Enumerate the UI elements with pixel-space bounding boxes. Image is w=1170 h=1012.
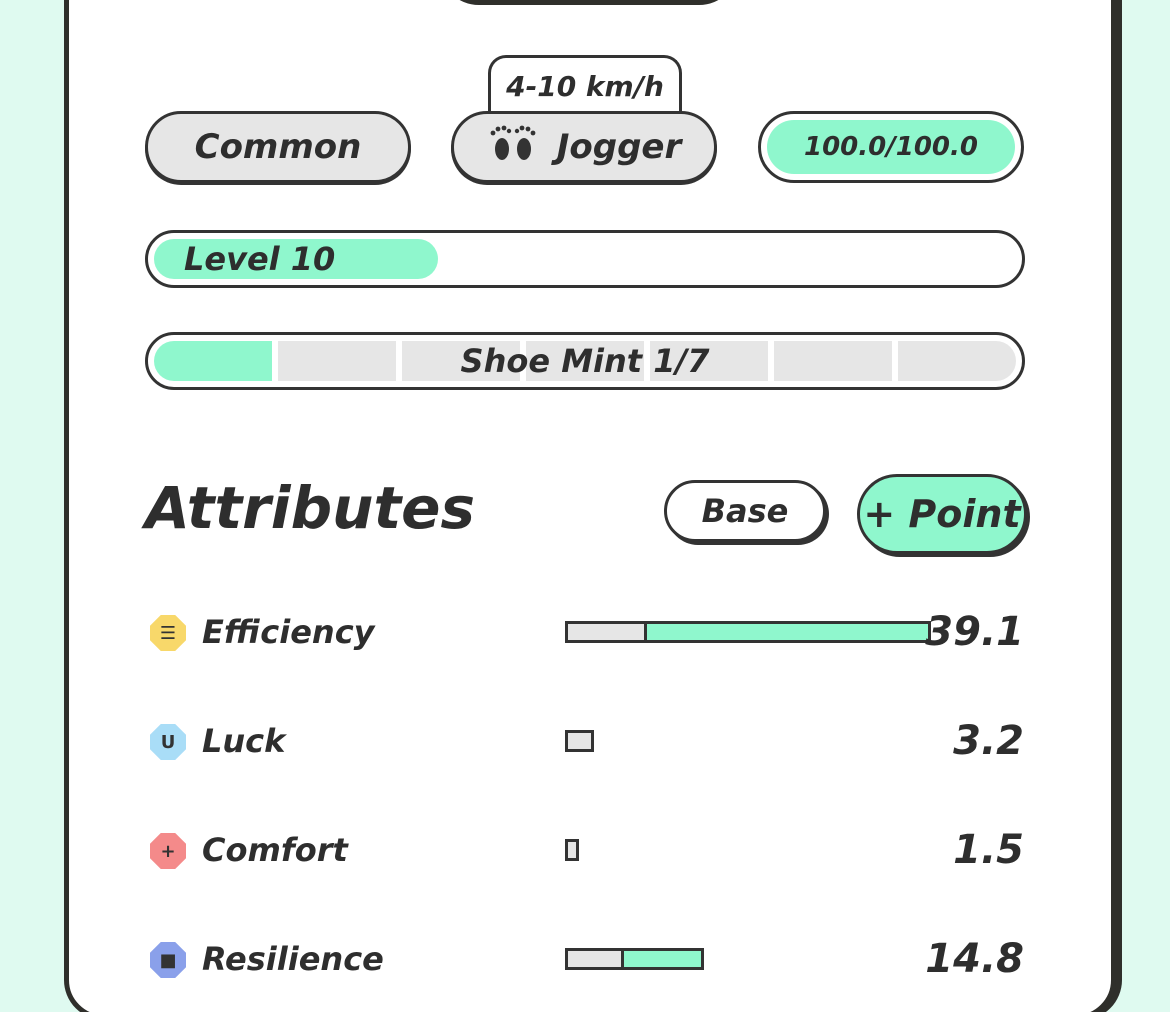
luck-icon: U <box>150 724 186 760</box>
attribute-bar-base <box>568 624 644 640</box>
attribute-value: 39.1 <box>925 609 1024 655</box>
level-label: Level 10 <box>184 240 336 278</box>
speed-range-label: 4-10 km/h <box>506 70 664 103</box>
attribute-bar-fill <box>644 624 928 640</box>
attributes-title: Attributes <box>145 474 476 542</box>
base-button-label: Base <box>701 492 789 530</box>
attribute-value: 3.2 <box>953 718 1024 764</box>
rarity-badge: Common <box>145 111 411 183</box>
durability-fill: 100.0/100.0 <box>767 120 1015 174</box>
shoe-mint-label-wrap: Shoe Mint 1/7 <box>148 335 1022 387</box>
base-button[interactable]: Base <box>664 480 826 542</box>
shoe-type-label: Jogger <box>556 127 682 167</box>
attribute-bar-base <box>568 733 591 749</box>
attribute-bar-fill <box>621 951 701 967</box>
attribute-label: Resilience <box>202 940 384 978</box>
add-point-button[interactable]: + Point <box>857 474 1027 554</box>
level-bar: Level 10 <box>145 230 1025 288</box>
attribute-row-luck: U Luck 3.2 <box>150 718 1024 764</box>
durability-bar: 100.0/100.0 <box>758 111 1024 183</box>
attribute-row-comfort: + Comfort 1.5 <box>150 827 1024 873</box>
rarity-label: Common <box>194 127 362 167</box>
shoe-image-frame-bottom <box>439 0 739 5</box>
attribute-label: Comfort <box>202 831 348 869</box>
shoe-mint-bar: Shoe Mint 1/7 <box>145 332 1025 390</box>
shoe-type-badge: Jogger <box>451 111 717 183</box>
attribute-row-efficiency: ☰ Efficiency 39.1 <box>150 609 1024 655</box>
attribute-bar <box>565 730 594 752</box>
attribute-bar <box>565 839 579 861</box>
attribute-label: Efficiency <box>202 613 375 651</box>
attribute-row-resilience: ■ Resilience 14.8 <box>150 936 1024 982</box>
attribute-bar <box>565 948 704 970</box>
add-point-button-label: + Point <box>863 492 1021 536</box>
speed-range-tab: 4-10 km/h <box>488 55 682 113</box>
attribute-value: 14.8 <box>925 936 1024 982</box>
efficiency-icon: ☰ <box>150 615 186 651</box>
resilience-icon: ■ <box>150 942 186 978</box>
comfort-icon: + <box>150 833 186 869</box>
footprints-icon <box>487 123 537 172</box>
durability-label: 100.0/100.0 <box>804 132 978 162</box>
attribute-bar <box>565 621 931 643</box>
attribute-bar-base <box>568 842 576 858</box>
level-fill: Level 10 <box>154 239 439 279</box>
attribute-value: 1.5 <box>953 827 1024 873</box>
shoe-mint-label: Shoe Mint 1/7 <box>460 342 710 380</box>
attribute-label: Luck <box>202 722 286 760</box>
attribute-bar-base <box>568 951 621 967</box>
